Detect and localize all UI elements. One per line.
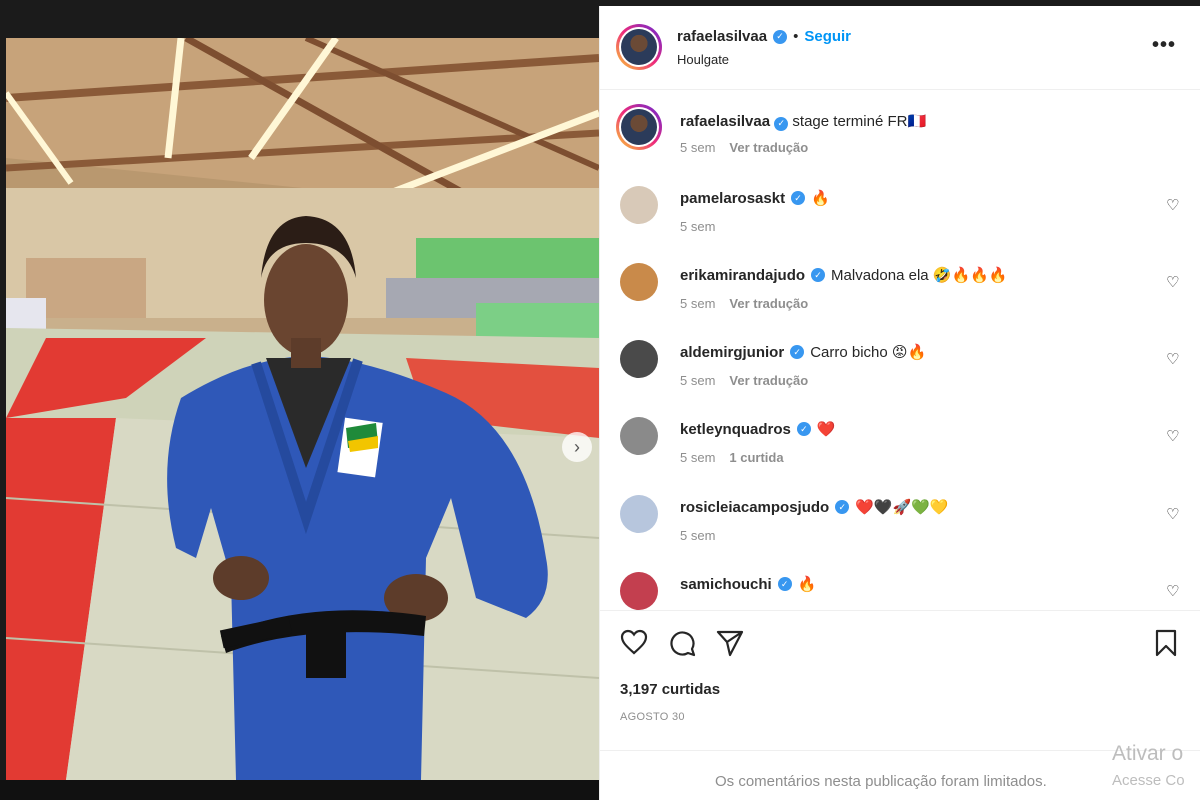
like-count[interactable]: 3,197 curtidas bbox=[620, 681, 720, 698]
commenter-username[interactable]: aldemirgjunior bbox=[680, 344, 784, 361]
comment-like-heart-icon[interactable]: ♡ bbox=[1166, 427, 1179, 445]
post-header: rafaelasilvaa ✓ • Seguir Houlgate ••• bbox=[600, 6, 1200, 90]
post-date: AGOSTO 30 bbox=[620, 711, 685, 723]
share-icon[interactable] bbox=[716, 629, 744, 657]
verified-badge-icon: ✓ bbox=[777, 577, 792, 591]
comment-line: samichouchi ✓ 🔥 bbox=[680, 575, 817, 594]
backdrop-bottom bbox=[0, 780, 600, 800]
comment-meta: 5 sem bbox=[680, 528, 729, 543]
heart-icon[interactable] bbox=[620, 629, 648, 655]
comment-text: 🔥 bbox=[797, 576, 817, 593]
comment-item: rosicleiacamposjudo ✓ ❤️🖤🚀💚💛 5 sem ♡ bbox=[616, 495, 1186, 555]
chevron-right-icon: › bbox=[574, 436, 580, 457]
comment-text: Carro bicho 😡🔥 bbox=[810, 344, 927, 361]
commenter-avatar[interactable] bbox=[620, 495, 658, 533]
follow-button[interactable]: Seguir bbox=[804, 28, 851, 45]
caption-meta: 5 sem Ver tradução bbox=[680, 140, 808, 155]
post-location[interactable]: Houlgate bbox=[677, 52, 729, 67]
comment-item: pamelarosaskt ✓ 🔥 5 sem ♡ bbox=[616, 186, 1186, 246]
post-photo: › bbox=[6, 38, 599, 780]
post-actions: 3,197 curtidas AGOSTO 30 bbox=[600, 610, 1200, 750]
post-panel: rafaelasilvaa ✓ • Seguir Houlgate ••• ra… bbox=[599, 6, 1200, 800]
comment-text: 🔥 bbox=[811, 190, 830, 207]
photo-illustration bbox=[6, 38, 599, 780]
author-username[interactable]: rafaelasilvaa bbox=[677, 28, 767, 45]
caption-avatar[interactable] bbox=[616, 104, 662, 150]
more-options-icon[interactable]: ••• bbox=[1152, 34, 1176, 57]
comment-like-heart-icon[interactable]: ♡ bbox=[1166, 273, 1179, 291]
comment-meta: 5 sem bbox=[680, 219, 729, 234]
windows-activation-subtitle: Acesse Co bbox=[1112, 772, 1185, 789]
author-avatar[interactable] bbox=[616, 24, 662, 70]
comment-like-heart-icon[interactable]: ♡ bbox=[1166, 196, 1179, 214]
caption-line: rafaelasilvaa ✓ stage terminé FR🇫🇷 bbox=[680, 112, 926, 131]
commenter-username[interactable]: ketleynquadros bbox=[680, 421, 791, 438]
comment-item: ketleynquadros ✓ ❤️ 5 sem 1 curtida ♡ bbox=[616, 417, 1186, 477]
commenter-username[interactable]: erikamirandajudo bbox=[680, 267, 805, 284]
verified-badge-icon: ✓ bbox=[774, 116, 789, 131]
comment-line: pamelarosaskt ✓ 🔥 bbox=[680, 189, 830, 208]
commenter-avatar[interactable] bbox=[620, 572, 658, 610]
bookmark-icon[interactable] bbox=[1154, 629, 1178, 657]
comment-line: erikamirandajudo ✓ Malvadona ela 🤣🔥🔥🔥 bbox=[680, 266, 1008, 285]
commenter-avatar[interactable] bbox=[620, 186, 658, 224]
comment-time[interactable]: 5 sem bbox=[680, 373, 715, 388]
comment-secondary-action[interactable]: Ver tradução bbox=[729, 373, 808, 388]
verified-badge-icon: ✓ bbox=[796, 422, 811, 436]
commenter-username[interactable]: samichouchi bbox=[680, 576, 772, 593]
windows-activation-title: Ativar o bbox=[1112, 742, 1184, 765]
verified-badge-icon: ✓ bbox=[811, 268, 826, 282]
comment-item: erikamirandajudo ✓ Malvadona ela 🤣🔥🔥🔥 5 sem… bbox=[616, 263, 1186, 323]
comment-meta: 5 sem 1 curtida bbox=[680, 450, 784, 465]
commenter-username[interactable]: rosicleiacamposjudo bbox=[680, 499, 829, 516]
author-line: rafaelasilvaa ✓ • Seguir bbox=[677, 28, 851, 45]
comment-line: aldemirgjunior ✓ Carro bicho 😡🔥 bbox=[680, 343, 927, 362]
comment-secondary-action[interactable]: 1 curtida bbox=[729, 450, 783, 465]
comment-text: Malvadona ela 🤣🔥🔥🔥 bbox=[831, 267, 1008, 284]
comment-time[interactable]: 5 sem bbox=[680, 296, 715, 311]
verified-badge-icon: ✓ bbox=[773, 29, 788, 44]
commenter-avatar[interactable] bbox=[620, 340, 658, 378]
comment-like-heart-icon[interactable]: ♡ bbox=[1166, 350, 1179, 368]
comment-meta: 5 sem Ver tradução bbox=[680, 373, 808, 388]
comment-like-heart-icon[interactable]: ♡ bbox=[1166, 505, 1179, 523]
comment-like-heart-icon[interactable]: ♡ bbox=[1166, 582, 1179, 600]
comment-time[interactable]: 5 sem bbox=[680, 450, 715, 465]
comment-text: ❤️ bbox=[816, 421, 836, 438]
comment-secondary-action[interactable]: Ver tradução bbox=[729, 296, 808, 311]
comment-icon[interactable] bbox=[668, 629, 696, 657]
verified-badge-icon: ✓ bbox=[835, 500, 850, 514]
comments-limited-text: Os comentários nesta publicação foram li… bbox=[715, 773, 1047, 790]
comment-line: ketleynquadros ✓ ❤️ bbox=[680, 420, 836, 439]
caption-username[interactable]: rafaelasilvaa bbox=[680, 113, 770, 130]
verified-badge-icon: ✓ bbox=[791, 191, 806, 205]
next-slide-button[interactable]: › bbox=[562, 432, 592, 462]
comment-time[interactable]: 5 sem bbox=[680, 528, 715, 543]
caption-time[interactable]: 5 sem bbox=[680, 140, 715, 155]
comment-line: rosicleiacamposjudo ✓ ❤️🖤🚀💚💛 bbox=[680, 498, 949, 517]
comment-meta: 5 sem Ver tradução bbox=[680, 296, 808, 311]
separator-dot: • bbox=[793, 28, 799, 45]
commenter-username[interactable]: pamelarosaskt bbox=[680, 190, 785, 207]
comment-time[interactable]: 5 sem bbox=[680, 219, 715, 234]
comments-limited-footer: Os comentários nesta publicação foram li… bbox=[600, 750, 1200, 800]
verified-badge-icon: ✓ bbox=[790, 345, 805, 359]
translate-button[interactable]: Ver tradução bbox=[729, 140, 808, 155]
comment-text: ❤️🖤🚀💚💛 bbox=[855, 499, 949, 516]
commenter-avatar[interactable] bbox=[620, 263, 658, 301]
comment-item: aldemirgjunior ✓ Carro bicho 😡🔥 5 sem Ver tr… bbox=[616, 340, 1186, 400]
commenter-avatar[interactable] bbox=[620, 417, 658, 455]
caption-text: stage terminé FR🇫🇷 bbox=[792, 113, 927, 130]
